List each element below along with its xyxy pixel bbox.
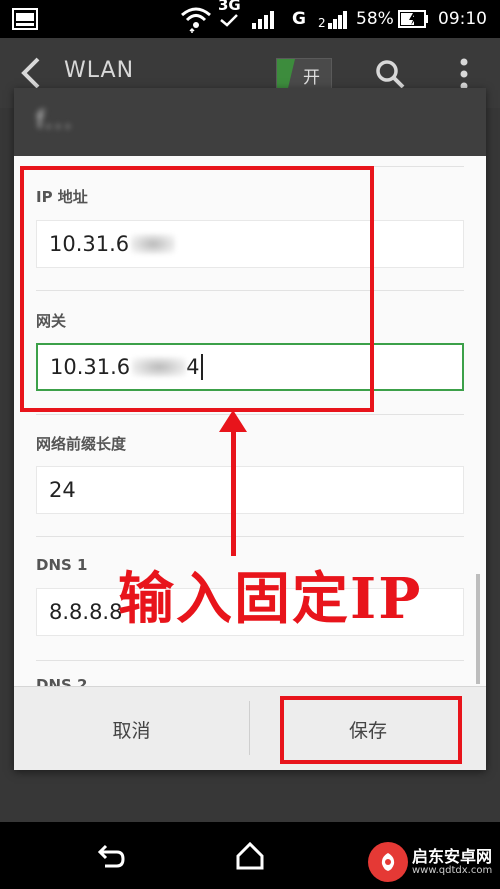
scrollbar[interactable] xyxy=(476,574,480,684)
dns2-label: DNS 2 xyxy=(36,676,88,686)
signal-strength-icon xyxy=(252,0,280,38)
battery-percent: 58% xyxy=(356,9,394,29)
svg-text:2: 2 xyxy=(318,16,326,29)
dialog-title-network-name: f... xyxy=(36,106,74,134)
watermark-main-text: 启东安卓网 xyxy=(412,846,493,866)
clock: 09:10 xyxy=(438,9,487,29)
annotation-label: 输入固定IP xyxy=(118,566,423,632)
annotation-box-save xyxy=(280,696,462,764)
mobile-data-3g-indicator: 3G xyxy=(218,0,241,36)
watermark-logo-icon xyxy=(368,842,408,882)
cancel-button[interactable]: 取消 xyxy=(14,687,249,770)
dns1-label: DNS 1 xyxy=(36,556,88,574)
home-icon[interactable] xyxy=(234,840,266,872)
toggle-label: 开 xyxy=(303,68,320,88)
divider xyxy=(36,414,464,415)
prefix-length-input[interactable]: 24 xyxy=(36,466,464,514)
annotation-box-ip-gateway xyxy=(20,166,374,412)
watermark: 启东安卓网 www.qdtdx.com xyxy=(368,835,500,889)
annotation-arrow-shaft xyxy=(231,428,236,556)
search-icon[interactable] xyxy=(374,58,406,90)
back-icon[interactable] xyxy=(95,840,127,872)
screenshot-notification-icon xyxy=(12,0,38,38)
page-title: WLAN xyxy=(64,58,135,83)
prefix-length-value: 24 xyxy=(49,478,76,502)
divider xyxy=(36,536,464,537)
network-3g-label: 3G xyxy=(218,0,241,14)
network-g-indicator: G xyxy=(292,9,306,29)
watermark-url: www.qdtdx.com xyxy=(412,865,493,877)
battery-charging-icon xyxy=(398,0,428,38)
back-arrow-icon[interactable] xyxy=(18,56,46,90)
dns1-value: 8.8.8.8 xyxy=(49,600,123,624)
more-options-icon[interactable] xyxy=(454,56,474,92)
wlan-toggle[interactable]: 开 xyxy=(276,58,332,90)
status-bar: 3G G 2 58% 09:10 xyxy=(0,0,500,38)
divider xyxy=(36,660,464,661)
signal-strength-2-icon: 2 xyxy=(318,0,348,38)
check-icon xyxy=(220,14,239,27)
watermark-text: 启东安卓网 www.qdtdx.com xyxy=(412,848,492,877)
toggle-on-indicator xyxy=(277,59,295,89)
wifi-icon xyxy=(180,0,212,38)
prefix-length-label: 网络前缀长度 xyxy=(36,435,127,453)
dialog-header: f... xyxy=(14,88,486,156)
